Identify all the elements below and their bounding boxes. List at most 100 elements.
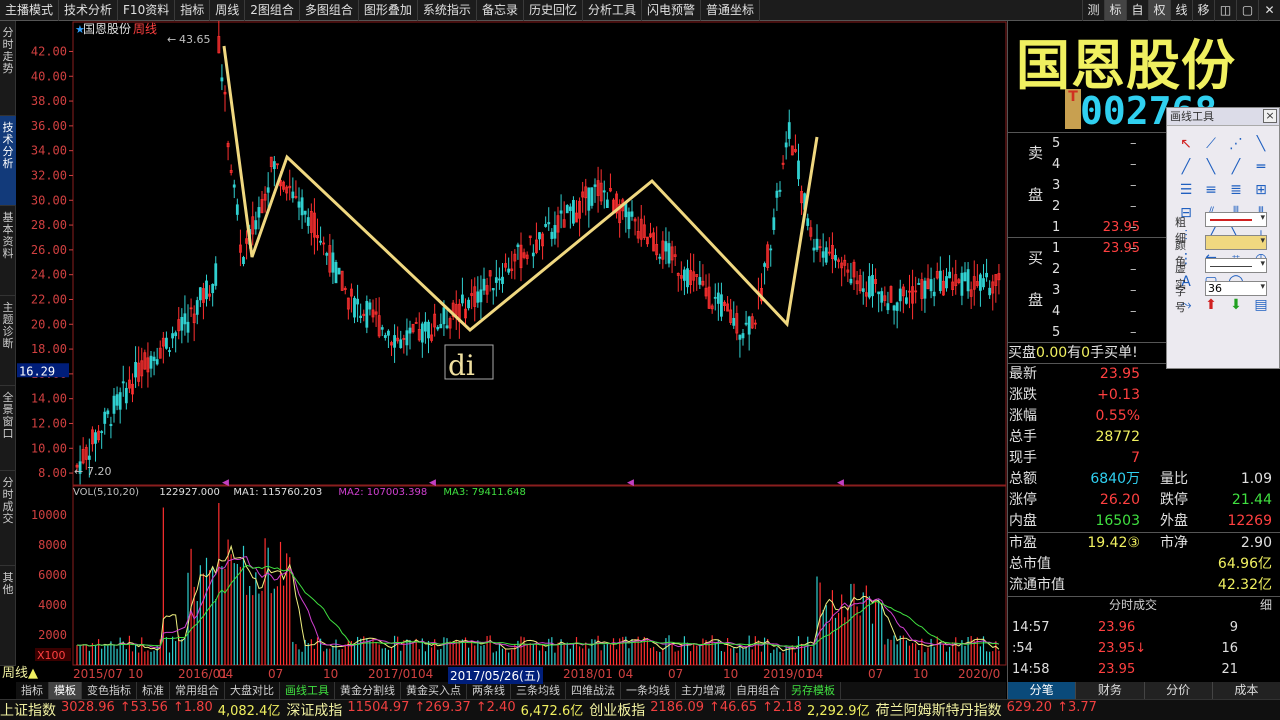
tool-prop-select[interactable]: ▾ — [1205, 235, 1267, 250]
menu-item[interactable]: 2图组合 — [245, 0, 300, 21]
right-tab[interactable]: 权 — [1148, 0, 1170, 21]
period-label[interactable]: 周线▲ — [0, 665, 72, 682]
draw-tool-icon[interactable]: ↖ — [1177, 136, 1195, 152]
right-tab[interactable]: 标 — [1104, 0, 1126, 21]
ticker-item[interactable]: 荷兰阿姆斯特丹指数 629.20 ↑3.77 — [876, 700, 1103, 720]
menu-item[interactable]: 图形叠加 — [359, 0, 418, 21]
high-label: 43.65 — [179, 33, 211, 46]
draw-tool-icon[interactable]: ⋰ — [1227, 136, 1245, 152]
indicator-tab[interactable]: 三条均线 — [511, 682, 566, 699]
indicator-tab[interactable]: 两条线 — [467, 682, 511, 699]
draw-tool-icon[interactable]: ☰ — [1177, 182, 1195, 198]
annotation-text[interactable]: di — [448, 349, 475, 382]
right-tab[interactable]: 测 — [1082, 0, 1104, 21]
candle-body — [115, 394, 119, 406]
candle-body — [716, 292, 720, 304]
side-tab[interactable]: 主题诊断 — [0, 296, 16, 386]
draw-tool-icon[interactable]: ⊞ — [1252, 182, 1270, 198]
menu-item[interactable]: 系统指示 — [418, 0, 477, 21]
panel-tab[interactable]: 分价 — [1145, 682, 1213, 699]
indicator-tab[interactable]: 自用组合 — [731, 682, 786, 699]
indicator-tab[interactable]: 标准 — [137, 682, 170, 699]
indicator-tab[interactable]: 大盘对比 — [225, 682, 280, 699]
draw-tool-icon[interactable]: ▤ — [1252, 297, 1270, 313]
ticker-price: 2186.09 — [650, 700, 704, 715]
tool-prop-select[interactable]: ▾ — [1205, 258, 1267, 273]
indicator-tab[interactable]: 四维战法 — [566, 682, 621, 699]
panel-tab[interactable]: 财务 — [1076, 682, 1145, 699]
candle-body — [516, 244, 520, 248]
indicator-tab[interactable]: 黄金分割线 — [335, 682, 401, 699]
order-side-label: 盘 — [1028, 186, 1044, 204]
indicator-tab[interactable]: 模板 — [49, 682, 82, 699]
candle-body — [979, 274, 982, 291]
quote-label: 涨跌 — [1009, 387, 1037, 403]
ticker-item[interactable]: 创业板指 2186.09 ↑46.65 ↑2.18 2,292.9亿 — [589, 700, 875, 720]
drawing-tool-palette[interactable]: 画线工具 × ↖⟋⋰╲╱╲╱═☰≡≣⊞⊟⫽⫼⦀⫶╱╲⊥⋮⇋⌗◷A▢◯◡⤳⬆⬇▤ … — [1166, 107, 1280, 369]
candle-body — [683, 269, 686, 281]
side-tab[interactable]: 基本资料 — [0, 206, 16, 296]
ticker-item[interactable]: 上证指数 3028.96 ↑53.56 ↑1.80 4,082.4亿 — [0, 700, 286, 720]
date-label: 2019/01 — [763, 667, 813, 681]
order-volume: – — [1130, 325, 1137, 340]
indicator-tab[interactable]: 变色指标 — [82, 682, 137, 699]
window-icon[interactable]: ◫ — [1214, 0, 1236, 21]
candle-body — [424, 321, 427, 332]
menu-item[interactable]: 分析工具 — [583, 0, 642, 21]
drawn-trend-line[interactable] — [222, 45, 819, 332]
close-icon[interactable]: ✕ — [1258, 0, 1280, 21]
tool-prop-select[interactable]: ▾ — [1205, 212, 1267, 227]
trades-detail-button[interactable]: 细 — [1260, 595, 1272, 616]
draw-tool-icon[interactable]: ╱ — [1177, 159, 1195, 175]
price-label: 34.00 — [31, 144, 67, 158]
close-button[interactable]: × — [1263, 109, 1277, 123]
indicator-tab[interactable]: 一条均线 — [621, 682, 676, 699]
right-tab[interactable]: 自 — [1126, 0, 1148, 21]
indicator-tab[interactable]: 另存模板 — [786, 682, 841, 699]
kline-chart[interactable]: ★国恩股份 周线42.0040.0038.0036.0034.0032.0030.… — [17, 21, 1007, 666]
side-tab[interactable]: 技术分析 — [0, 116, 16, 206]
indicator-tab[interactable]: 指标 — [16, 682, 49, 699]
menu-item[interactable]: F10资料 — [118, 0, 176, 21]
right-tab[interactable]: 线 — [1170, 0, 1192, 21]
panel-tab[interactable]: 成本 — [1213, 682, 1280, 699]
side-tab[interactable]: 其他 — [0, 566, 16, 666]
draw-tool-icon[interactable]: ⟋ — [1202, 136, 1220, 152]
draw-tool-icon[interactable]: ╲ — [1252, 136, 1270, 152]
chevron-down-icon: ▾ — [1260, 213, 1265, 223]
ticker-name: 荷兰阿姆斯特丹指数 — [875, 703, 1002, 719]
menu-item[interactable]: 技术分析 — [59, 0, 119, 21]
menu-item[interactable]: 主播模式 — [0, 0, 60, 21]
menu-item[interactable]: 指标 — [175, 0, 211, 21]
trade-price: 23.95↓ — [1098, 641, 1147, 656]
side-tab[interactable]: 分时成交 — [0, 471, 16, 566]
ticker-item[interactable]: 深证成指 11504.97 ↑269.37 ↑2.40 6,472.6亿 — [286, 700, 589, 720]
menu-item[interactable]: 闪电预警 — [642, 0, 701, 21]
draw-tool-icon[interactable]: ≡ — [1202, 182, 1220, 198]
draw-tool-icon[interactable]: ⬇ — [1227, 297, 1245, 313]
maximize-icon[interactable]: ▢ — [1236, 0, 1258, 21]
draw-tool-icon[interactable]: ≣ — [1227, 182, 1245, 198]
indicator-tab[interactable]: 主力增减 — [676, 682, 731, 699]
draw-tool-icon[interactable]: ╲ — [1202, 159, 1220, 175]
menu-item[interactable]: 历史回忆 — [524, 0, 583, 21]
indicator-tab[interactable]: 黄金买入点 — [401, 682, 467, 699]
side-tab[interactable]: 全景窗口 — [0, 386, 16, 471]
panel-tab[interactable]: 分笔 — [1008, 682, 1077, 699]
menu-item[interactable]: 多图组合 — [300, 0, 359, 21]
draw-tool-icon[interactable]: ╱ — [1227, 159, 1245, 175]
candle-body — [134, 362, 137, 378]
quote-value: 26.20 — [1099, 492, 1140, 508]
side-tab[interactable]: 分时走势 — [0, 21, 16, 116]
menu-item[interactable]: 备忘录 — [477, 0, 524, 21]
menu-item[interactable]: 普通坐标 — [701, 0, 761, 21]
tool-prop-select[interactable]: 36 ▾ — [1205, 281, 1267, 296]
candle-body — [356, 298, 359, 305]
draw-tool-icon[interactable]: ═ — [1252, 159, 1270, 175]
menu-item[interactable]: 周线 — [210, 0, 246, 21]
ticker-amount: 6,472.6亿 — [520, 704, 584, 719]
indicator-tab[interactable]: 常用组合 — [170, 682, 225, 699]
right-tab[interactable]: 移 — [1192, 0, 1214, 21]
indicator-tab[interactable]: 画线工具 — [280, 682, 335, 699]
draw-tool-icon[interactable]: ⬆ — [1202, 297, 1220, 313]
